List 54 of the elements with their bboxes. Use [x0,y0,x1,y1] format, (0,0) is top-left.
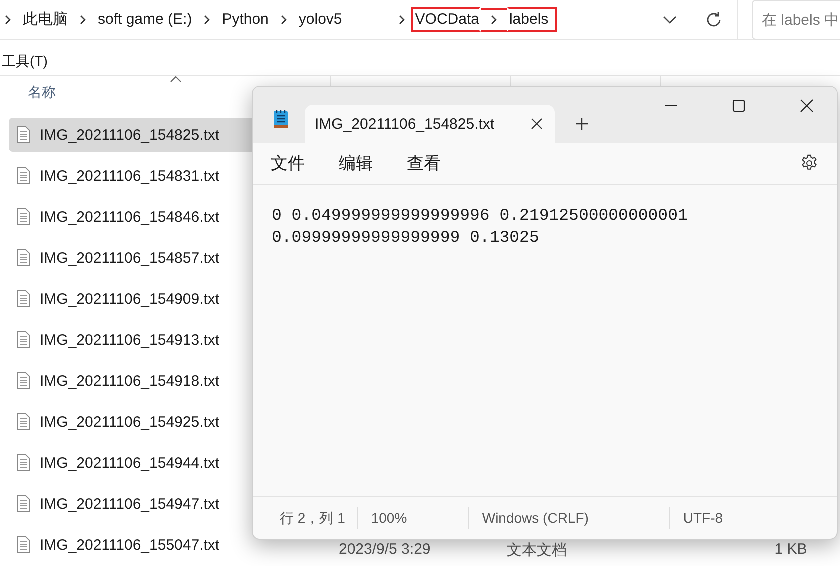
refresh-icon[interactable] [705,10,723,28]
file-row[interactable]: IMG_20211106_154846.txt [9,200,252,234]
file-row[interactable]: IMG_20211106_154831.txt [9,159,252,193]
text-file-icon [17,249,31,267]
sort-caret-icon [170,76,182,83]
file-row[interactable]: IMG_20211106_154825.txt [9,118,252,152]
file-row[interactable]: IMG_20211106_154918.txt [9,364,252,398]
breadcrumb-item[interactable]: Python [220,7,271,32]
menu-item[interactable]: 工具(T) [2,53,48,71]
file-row[interactable]: IMG_20211106_154909.txt [9,282,252,316]
settings-icon[interactable] [800,154,819,173]
file-row[interactable]: IMG_20211106_154857.txt [9,241,252,275]
text-file-icon [17,290,31,308]
file-row[interactable]: IMG_20211106_155047.txt [9,528,252,562]
menu-item[interactable]: 编辑 [339,152,373,175]
text-file-icon [17,454,31,472]
text-file-icon [17,536,31,554]
text-file-icon [17,372,31,390]
file-date: 2023/9/5 3:29 [339,541,431,558]
file-row[interactable]: IMG_20211106_154913.txt [9,323,252,357]
breadcrumb-item[interactable]: yolov5 [296,7,344,32]
text-file-icon [17,495,31,513]
text-file-icon [17,413,31,431]
breadcrumb-item[interactable]: 此电脑 [21,6,70,33]
dropdown-icon[interactable] [663,16,677,24]
text-line: 0 0.049999999999999996 0.21912500000000001 [272,205,689,227]
breadcrumb-item[interactable]: soft game (E:) [96,7,194,32]
close-icon[interactable] [800,99,814,113]
text-file-icon [17,167,31,185]
status-item: 行 2，列 1 [253,507,358,529]
file-type: 文本文档 [506,541,567,560]
status-item: Windows (CRLF) [469,507,670,529]
menu-item[interactable]: 文件 [271,152,305,175]
status-item: 100% [358,507,470,529]
file-row[interactable]: IMG_20211106_154947.txt [9,487,252,521]
close-icon[interactable] [531,118,543,130]
menu-item[interactable]: 查看 [407,152,441,175]
file-size: 1 KB [774,541,808,558]
search-field[interactable]: 在 labels 中 [752,0,840,40]
column-header[interactable]: 名称 [28,84,56,102]
text-file-icon [17,331,31,349]
text-file-icon [17,208,31,226]
text-line: 0.09999999999999999 0.13025 [272,227,540,249]
maximize-icon[interactable] [732,99,746,113]
file-tab[interactable]: IMG_20211106_154825.txt [305,105,555,143]
text-file-icon [17,126,31,144]
file-row[interactable]: IMG_20211106_154944.txt [9,446,252,480]
file-row[interactable]: IMG_20211106_154925.txt [9,405,252,439]
notepad-icon [273,109,289,129]
chevron-icon [481,8,508,32]
breadcrumb-item[interactable]: VOCData [411,7,482,32]
breadcrumb-item[interactable]: labels [507,7,557,32]
status-item: UTF-8 [682,509,724,528]
new-tab-icon[interactable] [575,117,589,131]
